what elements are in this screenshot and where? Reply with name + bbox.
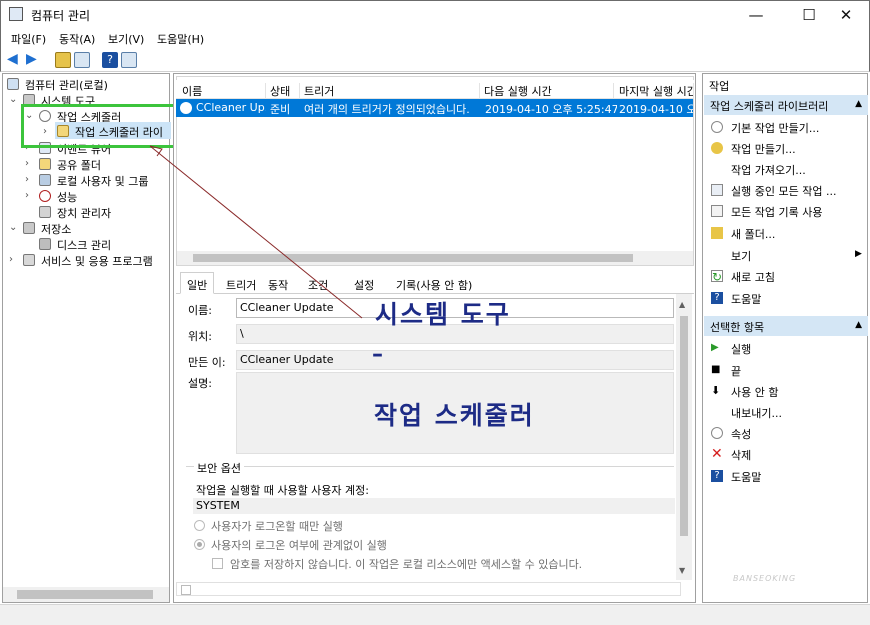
annotation-dash: – [372,342,385,367]
annotation-system-tools: 시스템 도구 [375,300,511,329]
annotation-task-scheduler: 작업 스케줄러 [374,401,535,430]
